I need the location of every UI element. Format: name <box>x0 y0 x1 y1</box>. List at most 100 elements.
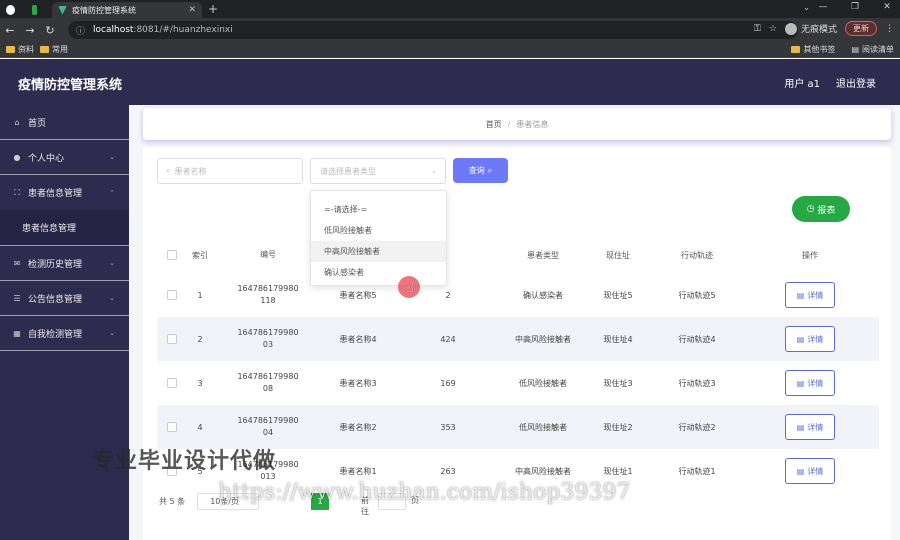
bookmark-0[interactable]: 资料 <box>6 44 34 55</box>
checkbox[interactable] <box>167 378 177 388</box>
toolbar-right: ⚿ ☆ 无痕模式 更新 ⋮ <box>754 21 894 36</box>
mail-icon: ✉ <box>13 258 21 268</box>
header-type: 患者类型 <box>527 250 559 260</box>
browser-tab-app[interactable] <box>26 2 48 18</box>
detail-button[interactable]: ▤ 详情 <box>785 414 835 440</box>
sidebar-item-announcements[interactable]: ☰ 公告信息管理 ⌄ <box>0 281 129 316</box>
new-tab-icon[interactable]: + <box>208 2 218 16</box>
dropdown-option[interactable]: 中高风险接触者 <box>311 241 446 262</box>
cell-actions: ▤ 详情 <box>741 458 879 484</box>
checkbox[interactable] <box>167 290 177 300</box>
incognito-icon <box>784 22 797 35</box>
home-icon: ⌂ <box>14 117 20 127</box>
row-checkbox[interactable] <box>157 334 187 344</box>
cell-name: 患者名称2 <box>339 422 377 432</box>
sidebar-item-profile[interactable]: ● 个人中心 ⌄ <box>0 140 129 175</box>
folder-icon <box>40 46 49 53</box>
sidebar-item-label: 自我检测管理 <box>28 329 83 340</box>
hand-cursor-icon: ☝ <box>406 281 414 296</box>
cell-number-line2: 03 <box>262 340 274 349</box>
url-path: :8081/#/huanzhexinxi <box>133 25 233 35</box>
tab-title: 疫情防控管理系统 <box>72 5 136 15</box>
report-label: 报表 <box>817 205 836 216</box>
other-bookmarks[interactable]: 其他书签 <box>791 44 835 55</box>
sidebar-item-self-check[interactable]: ▦ 自我检测管理 ⌄ <box>0 316 129 351</box>
detail-button[interactable]: ▤ 详情 <box>785 282 835 308</box>
key-icon[interactable]: ⚿ <box>754 24 761 34</box>
chevron-down-icon: ⌄ <box>109 153 115 161</box>
clock-icon: ◷ <box>806 204 815 214</box>
bookmark-label: 常用 <box>52 45 68 54</box>
dropdown-option[interactable]: =-请选择-= <box>311 199 446 220</box>
cell-address: 现住址4 <box>603 334 633 344</box>
browser-tab-github[interactable] <box>0 2 26 18</box>
bookmarks-right: 其他书签 ▤ 阅读清单 <box>785 44 894 55</box>
cell-type: 中高风险接触者 <box>515 334 571 344</box>
reload-icon[interactable]: ↻ <box>40 24 60 37</box>
checkbox[interactable] <box>167 334 177 344</box>
sidebar-item-test-history[interactable]: ✉ 检测历史管理 ⌄ <box>0 246 129 281</box>
app-favicon-icon <box>32 5 37 15</box>
detail-button[interactable]: ▤ 详情 <box>785 370 835 396</box>
incognito-profile[interactable]: 无痕模式 <box>784 22 837 35</box>
query-button[interactable]: 查询 ⌕ <box>453 158 508 183</box>
detail-label: 详情 <box>807 422 824 432</box>
vue-icon <box>58 5 67 15</box>
forward-icon[interactable]: → <box>20 24 40 37</box>
minimize-icon[interactable]: — <box>816 2 830 12</box>
dropdown-option[interactable]: 确认感染者 <box>311 262 446 283</box>
browser-tabbar: 疫情防控管理系统 ✕ + ⌄ — ❐ ✕ <box>0 0 900 18</box>
sidebar-item-patients[interactable]: ⛶ 患者信息管理 ⌃ <box>0 175 129 210</box>
cell-number-line1: 164786179980 <box>237 372 299 381</box>
chevron-down-icon: ⌄ <box>109 329 115 337</box>
dropdown-option[interactable]: 低风险接触者 <box>311 220 446 241</box>
breadcrumb-home[interactable]: 首页 <box>486 119 502 130</box>
bookmark-1[interactable]: 常用 <box>40 44 68 55</box>
checkbox[interactable] <box>167 250 177 260</box>
document-icon: ▤ <box>796 422 805 432</box>
search-icon: ⌕ <box>166 166 171 175</box>
tab-search-chevron-icon[interactable]: ⌄ <box>803 3 810 12</box>
patient-name-placeholder: 患者名称 <box>174 166 207 176</box>
breadcrumb-separator: / <box>507 119 511 129</box>
checkbox[interactable] <box>167 422 177 432</box>
document-icon: ▤ <box>796 334 805 344</box>
select-all-checkbox[interactable] <box>157 250 187 260</box>
sidebar-item-label: 患者信息管理 <box>28 189 83 199</box>
patient-type-select[interactable]: 请选择患者类型 ⌄ <box>310 158 446 184</box>
url-host: localhost <box>93 25 134 35</box>
sidebar-item-home[interactable]: ⌂ 首页 <box>0 105 129 140</box>
app-title: 疫情防控管理系统 <box>18 78 123 93</box>
list-icon: ☰ <box>13 293 21 303</box>
header-index: 索引 <box>192 250 208 260</box>
detail-button[interactable]: ▤ 详情 <box>785 326 835 352</box>
tab-close-icon[interactable]: ✕ <box>188 5 196 15</box>
document-icon: ▤ <box>796 378 805 388</box>
logout-link[interactable]: 退出登录 <box>836 75 876 90</box>
bookmark-label: 资料 <box>18 45 34 54</box>
cell-track: 行动轨迹1 <box>678 466 716 476</box>
report-button[interactable]: ◷ 报表 <box>792 196 850 222</box>
restore-icon[interactable]: ❐ <box>848 2 862 12</box>
close-window-icon[interactable]: ✕ <box>880 2 894 12</box>
back-icon[interactable]: ← <box>0 24 20 37</box>
address-bar: ← → ↻ ⓘ localhost:8081/#/huanzhexinxi ⚿ … <box>0 18 900 42</box>
cell-name: 患者名称1 <box>339 466 377 476</box>
menu-dots-icon[interactable]: ⋮ <box>885 24 894 34</box>
detail-button[interactable]: ▤ 详情 <box>785 458 835 484</box>
cell-actions: ▤ 详情 <box>741 370 879 396</box>
row-checkbox[interactable] <box>157 422 187 432</box>
detail-label: 详情 <box>807 334 824 344</box>
browser-tab-active[interactable]: 疫情防控管理系统 ✕ <box>52 2 202 18</box>
update-button[interactable]: 更新 <box>845 21 877 36</box>
row-checkbox[interactable] <box>157 378 187 388</box>
sidebar-subitem-patient-info[interactable]: 患者信息管理 <box>0 210 129 246</box>
url-field[interactable]: ⓘ localhost:8081/#/huanzhexinxi <box>68 21 798 39</box>
star-icon[interactable]: ☆ <box>769 24 777 34</box>
site-info-icon[interactable]: ⓘ <box>76 24 85 37</box>
table-row: 3 164786179980 08 患者名称3 169 低风险接触者 现住址3 行动轨迹3 ▤ 详… <box>157 361 879 405</box>
row-checkbox[interactable] <box>157 290 187 300</box>
patient-name-input[interactable]: ⌕ 患者名称 <box>157 158 303 184</box>
cell-type: 中高风险接触者 <box>515 466 571 476</box>
reading-list[interactable]: ▤ 阅读清单 <box>851 44 894 55</box>
